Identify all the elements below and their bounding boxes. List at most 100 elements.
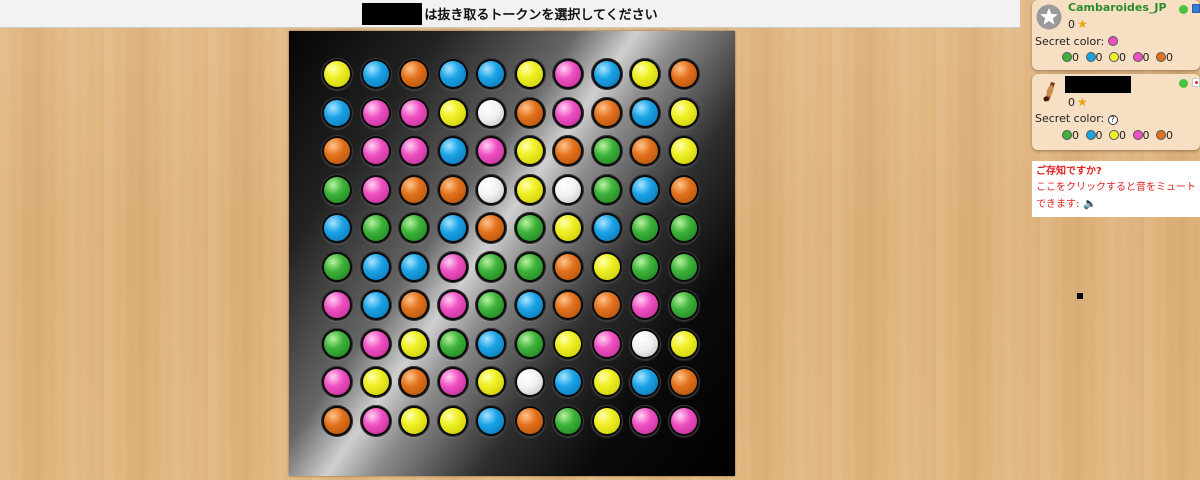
token-yellow[interactable] (670, 99, 697, 126)
token-pink[interactable] (324, 369, 350, 395)
token-green[interactable] (593, 176, 620, 203)
token-orange[interactable] (632, 138, 658, 164)
token-blue[interactable] (632, 369, 658, 395)
token-blue[interactable] (632, 99, 658, 126)
token-blue[interactable] (478, 407, 504, 434)
token-pink[interactable] (478, 138, 504, 164)
token-blue[interactable] (324, 99, 350, 126)
token-orange[interactable] (324, 407, 350, 434)
token-pink[interactable] (439, 369, 466, 395)
token-yellow[interactable] (632, 61, 658, 87)
token-blue[interactable] (439, 61, 466, 87)
token-yellow[interactable] (401, 407, 427, 434)
token-blue[interactable] (439, 138, 466, 164)
token-green[interactable] (516, 215, 543, 241)
token-white[interactable] (516, 369, 543, 395)
token-yellow[interactable] (670, 330, 697, 357)
token-green[interactable] (632, 253, 658, 280)
token-green[interactable] (324, 330, 350, 357)
token-orange[interactable] (555, 138, 581, 164)
token-pink[interactable] (439, 253, 466, 280)
token-pink[interactable] (362, 138, 389, 164)
token-blue[interactable] (516, 292, 543, 318)
token-pink[interactable] (632, 407, 658, 434)
token-green[interactable] (516, 330, 543, 357)
token-green[interactable] (555, 407, 581, 434)
token-blue[interactable] (632, 176, 658, 203)
token-yellow[interactable] (439, 99, 466, 126)
token-yellow[interactable] (324, 61, 350, 87)
token-green[interactable] (401, 215, 427, 241)
token-blue[interactable] (324, 215, 350, 241)
token-yellow[interactable] (516, 138, 543, 164)
speaker-mute-icon[interactable]: 🔈 (1083, 196, 1097, 212)
token-green[interactable] (632, 215, 658, 241)
token-blue[interactable] (555, 369, 581, 395)
token-yellow[interactable] (439, 407, 466, 434)
token-orange[interactable] (516, 407, 543, 434)
token-orange[interactable] (670, 176, 697, 203)
token-yellow[interactable] (362, 369, 389, 395)
token-orange[interactable] (670, 61, 697, 87)
token-green[interactable] (324, 176, 350, 203)
token-pink[interactable] (362, 99, 389, 126)
token-green[interactable] (478, 253, 504, 280)
token-orange[interactable] (593, 99, 620, 126)
token-blue[interactable] (593, 215, 620, 241)
token-green[interactable] (670, 292, 697, 318)
token-green[interactable] (670, 215, 697, 241)
token-orange[interactable] (401, 176, 427, 203)
token-orange[interactable] (593, 292, 620, 318)
token-yellow[interactable] (516, 176, 543, 203)
token-yellow[interactable] (555, 330, 581, 357)
token-pink[interactable] (362, 407, 389, 434)
token-pink[interactable] (632, 292, 658, 318)
token-blue[interactable] (362, 61, 389, 87)
token-blue[interactable] (401, 253, 427, 280)
token-pink[interactable] (324, 292, 350, 318)
token-green[interactable] (324, 253, 350, 280)
token-blue[interactable] (593, 61, 620, 87)
token-orange[interactable] (516, 99, 543, 126)
token-orange[interactable] (439, 176, 466, 203)
token-yellow[interactable] (478, 369, 504, 395)
token-white[interactable] (478, 99, 504, 126)
token-blue[interactable] (478, 330, 504, 357)
mute-tip-text[interactable]: できます: (1036, 199, 1079, 210)
token-yellow[interactable] (401, 330, 427, 357)
token-blue[interactable] (362, 253, 389, 280)
token-yellow[interactable] (516, 61, 543, 87)
token-orange[interactable] (670, 369, 697, 395)
token-orange[interactable] (401, 292, 427, 318)
token-yellow[interactable] (593, 407, 620, 434)
token-pink[interactable] (401, 138, 427, 164)
player-name[interactable]: Cambaroides_JP (1068, 1, 1167, 14)
token-blue[interactable] (478, 61, 504, 87)
token-blue[interactable] (362, 292, 389, 318)
token-green[interactable] (516, 253, 543, 280)
token-orange[interactable] (401, 369, 427, 395)
token-pink[interactable] (439, 292, 466, 318)
token-white[interactable] (555, 176, 581, 203)
token-orange[interactable] (401, 61, 427, 87)
token-blue[interactable] (439, 215, 466, 241)
token-yellow[interactable] (593, 253, 620, 280)
token-orange[interactable] (555, 253, 581, 280)
token-orange[interactable] (555, 292, 581, 318)
token-green[interactable] (670, 253, 697, 280)
token-green[interactable] (439, 330, 466, 357)
token-pink[interactable] (362, 330, 389, 357)
token-pink[interactable] (401, 99, 427, 126)
mute-tip-link[interactable]: ここをクリックすると音をミュート (1036, 180, 1196, 196)
token-pink[interactable] (670, 407, 697, 434)
token-green[interactable] (362, 215, 389, 241)
token-pink[interactable] (555, 99, 581, 126)
token-pink[interactable] (593, 330, 620, 357)
token-yellow[interactable] (555, 215, 581, 241)
token-white[interactable] (632, 330, 658, 357)
token-green[interactable] (478, 292, 504, 318)
token-pink[interactable] (555, 61, 581, 87)
token-yellow[interactable] (593, 369, 620, 395)
token-orange[interactable] (478, 215, 504, 241)
token-pink[interactable] (362, 176, 389, 203)
